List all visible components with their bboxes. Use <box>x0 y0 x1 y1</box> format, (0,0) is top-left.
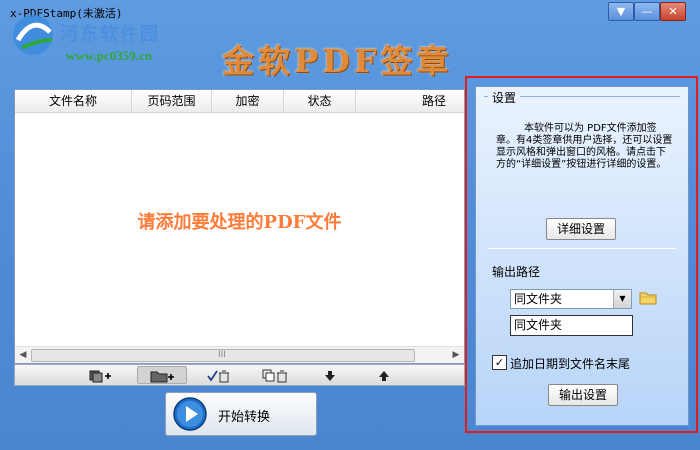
add-folder-button[interactable] <box>137 366 187 384</box>
delete-checked-icon <box>207 370 229 382</box>
app-heading: 金软PDF签章 <box>222 42 453 80</box>
start-convert-button[interactable]: 开始转换 <box>165 392 317 436</box>
detail-settings-button[interactable]: 详细设置 <box>546 218 616 240</box>
site-logo-icon <box>8 10 58 63</box>
append-date-label[interactable]: 追加日期到文件名末尾 <box>510 355 630 372</box>
output-settings-button[interactable]: 输出设置 <box>548 384 618 406</box>
play-icon <box>173 397 207 431</box>
output-path-select[interactable]: 同文件夹 ▼ <box>510 289 632 309</box>
output-path-select-value: 同文件夹 <box>514 292 563 306</box>
delete-all-button[interactable] <box>251 366 301 384</box>
scroll-grip: III <box>218 350 226 360</box>
column-header-encrypt[interactable]: 加密 <box>212 90 284 112</box>
move-down-icon <box>325 370 335 381</box>
scroll-thumb[interactable]: III <box>31 349 415 362</box>
main-window: x-PDFStamp(未激活) ▼ — ✕ 河东软件园 www.pc0359.c… <box>0 0 700 450</box>
add-file-button[interactable] <box>75 366 125 384</box>
title-bar: x-PDFStamp(未激活) ▼ — ✕ <box>0 0 700 22</box>
horizontal-scrollbar[interactable]: ◀ III ▶ <box>15 346 464 363</box>
add-file-icon <box>89 370 111 382</box>
list-header: 文件名称 页码范围 加密 状态 路径 <box>15 90 464 113</box>
column-header-name[interactable]: 文件名称 <box>15 90 132 112</box>
minimize-button[interactable]: — <box>634 2 660 21</box>
move-down-button[interactable] <box>305 366 355 384</box>
column-header-path[interactable]: 路径 <box>356 90 464 112</box>
settings-panel: 设置 本软件可以为 PDF文件添加签章。有4类签章供用户选择，还可以设置显示风格… <box>475 86 689 426</box>
append-date-checkbox[interactable]: ✓ <box>492 355 507 370</box>
delete-all-icon <box>262 369 287 382</box>
chevron-down-icon[interactable]: ▼ <box>613 290 631 308</box>
settings-description: 本软件可以为 PDF文件添加签章。有4类签章供用户选择，还可以设置显示风格和弹出… <box>496 123 673 170</box>
move-up-button[interactable] <box>359 366 409 384</box>
delete-checked-button[interactable] <box>195 366 245 384</box>
close-button[interactable]: ✕ <box>660 2 686 21</box>
output-path-label: 输出路径 <box>492 265 541 279</box>
move-up-icon <box>379 370 389 381</box>
column-header-page-range[interactable]: 页码范围 <box>132 90 212 112</box>
start-convert-label: 开始转换 <box>218 410 271 425</box>
scroll-left-icon[interactable]: ◀ <box>15 347 31 363</box>
column-header-status[interactable]: 状态 <box>284 90 356 112</box>
list-toolbar <box>14 364 465 386</box>
menu-button[interactable]: ▼ <box>608 2 634 21</box>
scroll-right-icon[interactable]: ▶ <box>448 347 464 363</box>
settings-group-title: 设置 <box>488 89 521 106</box>
folder-browse-icon[interactable] <box>639 291 657 308</box>
site-url: www.pc0359.cn <box>66 48 152 63</box>
site-name: 河东软件园 <box>60 24 160 45</box>
output-path-input[interactable]: 同文件夹 <box>510 315 633 336</box>
file-list[interactable]: 文件名称 页码范围 加密 状态 路径 请添加要处理的PDF文件 ◀ III ▶ <box>14 89 465 364</box>
add-folder-icon <box>150 371 174 382</box>
settings-divider <box>488 248 676 249</box>
empty-list-hint: 请添加要处理的PDF文件 <box>137 212 342 233</box>
